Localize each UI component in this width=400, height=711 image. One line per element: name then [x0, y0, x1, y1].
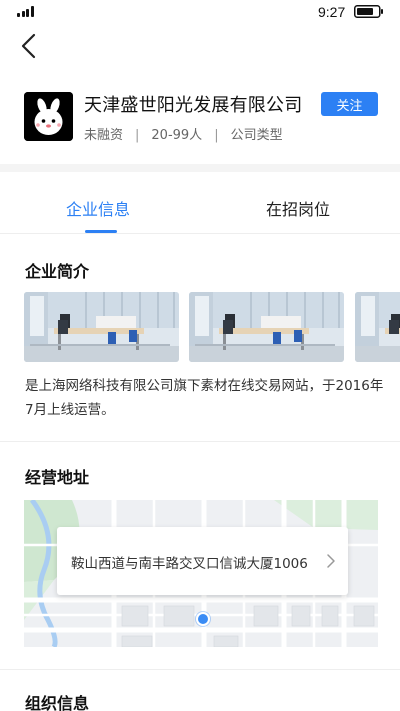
meta-separator: |	[135, 128, 140, 143]
company-meta: 未融资 | 20-99人 | 公司类型	[84, 124, 283, 143]
office-photo[interactable]	[355, 292, 400, 362]
address-title: 经营地址	[25, 468, 90, 487]
signal-icon	[17, 6, 35, 17]
status-time: 9:27	[318, 4, 346, 20]
tab-divider	[0, 233, 400, 234]
company-type: 公司类型	[230, 128, 283, 143]
address-text: 鞍山西道与南丰路交叉口信诚大厦1006	[71, 556, 308, 572]
section-divider	[0, 441, 400, 442]
funding-status: 未融资	[84, 128, 124, 143]
meta-separator: |	[214, 128, 219, 143]
office-photo-strip[interactable]	[24, 292, 400, 362]
chevron-right-icon	[327, 554, 335, 568]
tab-company-info[interactable]: 企业信息	[66, 196, 130, 220]
org-title: 组织信息	[25, 694, 90, 711]
company-size: 20-99人	[151, 128, 203, 143]
intro-title: 企业简介	[25, 262, 90, 281]
back-button[interactable]	[14, 30, 46, 62]
intro-text: 是上海网络科技有限公司旗下素材在线交易网站，于2016年7月上线运营。	[25, 378, 384, 418]
office-photo[interactable]	[189, 292, 344, 362]
location-pin-icon	[196, 612, 210, 626]
company-name: 天津盛世阳光发展有限公司	[84, 95, 303, 116]
status-bar: 9:27	[0, 0, 400, 24]
section-divider	[0, 164, 400, 172]
address-card[interactable]: 鞍山西道与南丰路交叉口信诚大厦1006	[57, 527, 348, 595]
follow-button[interactable]: 关注	[321, 92, 378, 116]
back-arrow-icon	[21, 33, 36, 59]
office-photo[interactable]	[24, 292, 179, 362]
section-divider	[0, 669, 400, 670]
tab-bar: 企业信息 在招岗位	[0, 172, 400, 234]
company-logo	[24, 92, 73, 141]
battery-icon	[354, 5, 383, 18]
tab-open-positions[interactable]: 在招岗位	[266, 196, 330, 220]
